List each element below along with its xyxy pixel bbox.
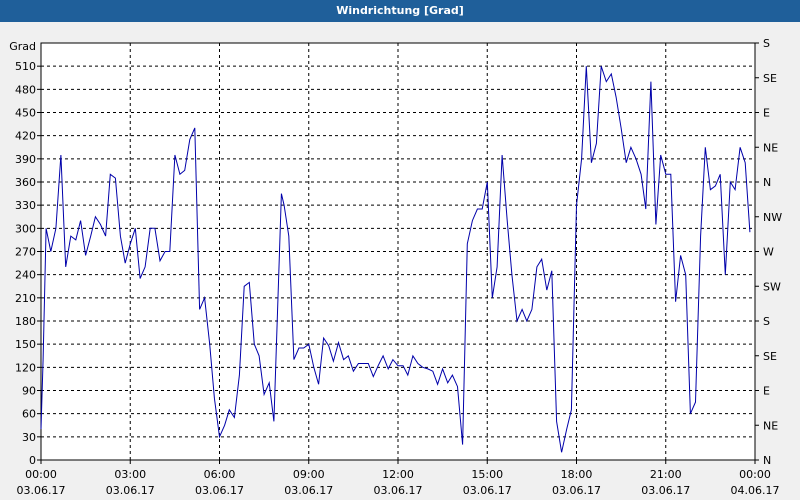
right-tick-label: S bbox=[763, 37, 770, 50]
y-tick-label: 90 bbox=[22, 385, 36, 398]
right-tick-label: E bbox=[763, 385, 770, 398]
x-tick-date: 04.06.17 bbox=[731, 484, 780, 497]
y-tick-label: 120 bbox=[15, 361, 36, 374]
y-tick-label: 0 bbox=[29, 454, 36, 467]
x-tick-time: 00:00 bbox=[25, 468, 57, 481]
y-tick-label: 210 bbox=[15, 292, 36, 305]
y-tick-label: 300 bbox=[15, 222, 36, 235]
right-tick-label: SW bbox=[763, 280, 781, 293]
y-tick-label: 480 bbox=[15, 83, 36, 96]
right-tick-label: NW bbox=[763, 211, 782, 224]
x-tick-time: 15:00 bbox=[471, 468, 503, 481]
y-tick-label: 390 bbox=[15, 153, 36, 166]
x-tick-time: 00:00 bbox=[739, 468, 771, 481]
y-tick-label: 180 bbox=[15, 315, 36, 328]
x-tick-time: 03:00 bbox=[114, 468, 146, 481]
right-tick-label: SE bbox=[763, 72, 777, 85]
x-tick-date: 03.06.17 bbox=[17, 484, 66, 497]
x-tick-date: 03.06.17 bbox=[552, 484, 601, 497]
y-tick-label: 270 bbox=[15, 246, 36, 259]
x-tick-date: 03.06.17 bbox=[106, 484, 155, 497]
right-tick-label: NE bbox=[763, 141, 778, 154]
right-tick-label: NE bbox=[763, 419, 778, 432]
x-tick-date: 03.06.17 bbox=[195, 484, 244, 497]
right-tick-label: SE bbox=[763, 350, 777, 363]
x-tick-date: 03.06.17 bbox=[463, 484, 512, 497]
y-axis-unit: Grad bbox=[9, 40, 36, 53]
right-tick-label: S bbox=[763, 315, 770, 328]
y-axis-ticks: 0 30 60 90 120 150 180 210 240 270 300 330 360 390 420… bbox=[15, 60, 41, 467]
y-tick-label: 450 bbox=[15, 107, 36, 120]
y-tick-label: 330 bbox=[15, 199, 36, 212]
y-tick-label: 60 bbox=[22, 408, 36, 421]
right-tick-label: W bbox=[763, 246, 774, 259]
window-title: Windrichtung [Grad] bbox=[0, 0, 800, 22]
y-tick-label: 30 bbox=[22, 431, 36, 444]
y-tick-label: 420 bbox=[15, 130, 36, 143]
x-tick-time: 06:00 bbox=[204, 468, 236, 481]
x-tick-time: 21:00 bbox=[650, 468, 682, 481]
right-tick-label: E bbox=[763, 107, 770, 120]
y-tick-label: 360 bbox=[15, 176, 36, 189]
right-axis-ticks: N NE E SE S SW W NW N NE E SE S bbox=[755, 37, 782, 467]
x-tick-date: 03.06.17 bbox=[374, 484, 423, 497]
y-tick-label: 510 bbox=[15, 60, 36, 73]
x-axis-ticks: 00:00 03.06.17 03:00 03.06.17 06:00 03.06.17 0… bbox=[17, 460, 780, 497]
x-tick-time: 09:00 bbox=[293, 468, 325, 481]
x-tick-date: 03.06.17 bbox=[641, 484, 690, 497]
x-tick-date: 03.06.17 bbox=[284, 484, 333, 497]
x-tick-time: 12:00 bbox=[382, 468, 414, 481]
wind-direction-chart: 0 30 60 90 120 150 180 210 240 270 300 330 360 390 420… bbox=[9, 37, 782, 497]
x-tick-time: 18:00 bbox=[561, 468, 593, 481]
right-tick-label: N bbox=[763, 176, 771, 189]
right-tick-label: N bbox=[763, 454, 771, 467]
y-tick-label: 240 bbox=[15, 269, 36, 282]
y-tick-label: 150 bbox=[15, 338, 36, 351]
